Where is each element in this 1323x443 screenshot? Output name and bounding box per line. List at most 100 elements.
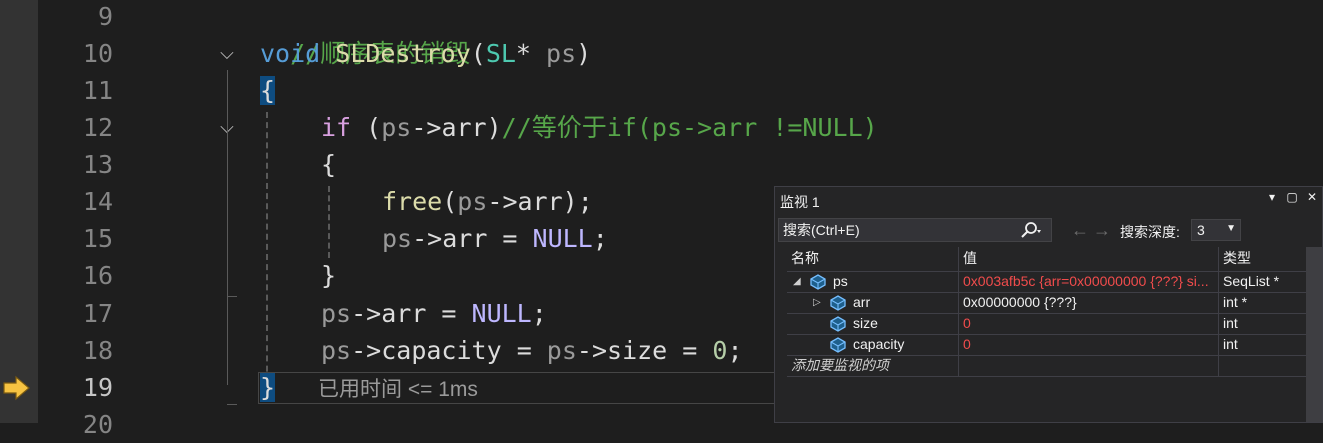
punctuation: ( <box>442 187 458 216</box>
operator: -> <box>412 224 443 253</box>
line-number-margin: 9 10 11 12 13 14 15 16 17 18 19 20 <box>38 0 118 439</box>
variable-icon <box>830 337 846 353</box>
indent-guide <box>266 112 268 402</box>
operator: -> <box>351 299 382 328</box>
identifier: capacity <box>381 336 502 365</box>
code-line-15[interactable]: ps->arr = NULL; <box>382 220 608 257</box>
function-name: SLDestroy <box>335 39 471 68</box>
code-line-11[interactable]: { <box>260 72 276 109</box>
search-depth-label: 搜索深度: <box>1120 224 1180 240</box>
vertical-scrollbar[interactable] <box>1306 247 1322 422</box>
brace-highlighted: { <box>260 76 276 105</box>
code-line-10[interactable]: void SLDestroy(SL* ps) <box>260 35 591 72</box>
variable-icon <box>830 316 846 332</box>
keyword: void <box>260 39 321 68</box>
code-line-16[interactable]: } <box>321 257 336 294</box>
brace: { <box>321 150 337 179</box>
identifier: ps <box>381 113 412 142</box>
indent-guide <box>328 186 330 258</box>
breakpoint-gutter[interactable] <box>0 0 38 423</box>
watch-value[interactable]: 0 <box>963 334 1218 355</box>
watch-name: size <box>853 315 878 331</box>
punctuation: ; <box>592 224 608 253</box>
watch-type: int <box>1223 336 1238 352</box>
watch-type: int * <box>1223 294 1248 310</box>
column-divider[interactable] <box>958 247 959 377</box>
code-line-17[interactable]: ps->arr = NULL; <box>321 295 547 332</box>
comment: //等价于if(ps->arr !=NULL) <box>501 113 878 142</box>
search-depth-select[interactable]: 3 ▼ <box>1191 219 1241 241</box>
outline-guide <box>227 70 228 385</box>
variable-icon <box>810 274 826 290</box>
variable-icon <box>830 295 846 311</box>
add-watch-item[interactable]: 添加要监视的项 <box>791 355 961 376</box>
line-number: 13 <box>82 150 113 179</box>
watch-value[interactable]: 0 <box>963 313 1218 334</box>
operator: -> <box>411 113 442 142</box>
search-icon[interactable] <box>1019 221 1043 241</box>
identifier: ps <box>546 336 577 365</box>
watch-row[interactable]: size 0 int <box>775 313 1308 334</box>
code-line-12[interactable]: if (ps->arr)//等价于if(ps->arr !=NULL) <box>321 109 878 146</box>
identifier: ps <box>321 299 352 328</box>
punctuation: * <box>515 39 531 68</box>
collapse-triangle-icon[interactable]: ◢ <box>793 276 801 287</box>
current-statement-arrow-icon <box>3 375 30 401</box>
close-icon[interactable]: ✕ <box>1304 190 1320 204</box>
brace: } <box>321 261 337 290</box>
watch-name: ps <box>833 273 848 289</box>
watch-row[interactable]: ◢ ps 0x003afb5c {arr=0x00000000 {???} si… <box>775 271 1308 292</box>
code-line-14[interactable]: free(ps->arr); <box>382 183 593 220</box>
operator: -> <box>487 187 518 216</box>
watch-row[interactable]: capacity 0 int <box>775 334 1308 355</box>
expand-triangle-icon[interactable]: ▷ <box>813 297 821 308</box>
watch-name: arr <box>853 294 871 310</box>
search-forward-arrow-icon[interactable]: → <box>1093 220 1111 241</box>
maximize-icon[interactable]: ▢ <box>1284 190 1300 204</box>
parameter: ps <box>530 39 577 68</box>
fold-toggle-icon[interactable]: ⌵ <box>216 43 238 65</box>
add-watch-row[interactable]: 添加要监视的项 <box>775 355 1308 376</box>
column-header-type[interactable]: 类型 <box>1223 247 1251 269</box>
watch-type: SeqList * <box>1223 273 1280 289</box>
watch-search-input[interactable] <box>783 219 1008 241</box>
line-number: 20 <box>82 410 113 439</box>
watch-value[interactable]: 0x003afb5c {arr=0x00000000 {???} si... <box>963 271 1218 292</box>
punctuation: ; <box>531 299 547 328</box>
number-literal: 0 <box>712 336 728 365</box>
line-number: 15 <box>82 224 113 253</box>
watch-search-box[interactable] <box>778 218 1052 242</box>
function-name: free <box>382 187 443 216</box>
row-divider <box>787 313 1308 314</box>
brace-highlighted: } <box>260 373 276 402</box>
column-divider[interactable] <box>1218 247 1219 377</box>
outline-guide <box>227 296 237 297</box>
punctuation: ( <box>470 39 486 68</box>
punctuation: ) <box>486 113 502 142</box>
code-line-19[interactable]: } <box>260 369 276 406</box>
identifier: arr <box>442 224 488 253</box>
code-line-18[interactable]: ps->capacity = ps->size = 0; <box>321 332 743 369</box>
line-number: 12 <box>82 113 113 142</box>
code-line-13[interactable]: { <box>321 146 336 183</box>
operator: = <box>426 299 472 328</box>
search-depth-value: 3 <box>1197 222 1205 238</box>
identifier: arr <box>441 113 487 142</box>
identifier: size <box>607 336 668 365</box>
watch-value[interactable]: 0x00000000 {???} <box>963 292 1218 313</box>
line-number: 9 <box>97 2 113 31</box>
search-back-arrow-icon[interactable]: ← <box>1071 220 1089 241</box>
window-menu-dropdown-icon[interactable]: ▾ <box>1264 190 1280 204</box>
column-header-value[interactable]: 值 <box>963 247 977 269</box>
perf-tip-elapsed[interactable]: 已用时间 <= 1ms <box>318 374 478 406</box>
operator: = <box>501 336 547 365</box>
watch-row[interactable]: ▷ arr 0x00000000 {???} int * <box>775 292 1308 313</box>
code-line-9[interactable]: //顺序表的销毁 <box>260 0 470 68</box>
chevron-down-icon: ▼ <box>1226 223 1236 234</box>
punctuation: ( <box>351 113 382 142</box>
column-header-name[interactable]: 名称 <box>791 247 819 269</box>
outline-guide <box>227 404 237 405</box>
operator: -> <box>576 336 608 365</box>
operator: = <box>667 336 713 365</box>
operator: = <box>487 224 533 253</box>
